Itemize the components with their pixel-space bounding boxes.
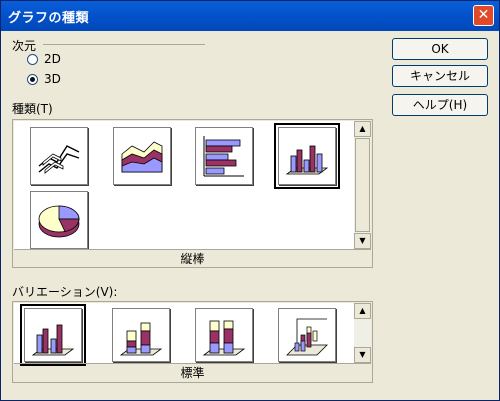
chart-type-caption: 縦棒 (14, 249, 371, 268)
dialog-title: グラフの種類 (8, 11, 90, 26)
scroll-down-button[interactable]: ▼ (354, 233, 371, 249)
scroll-thumb[interactable] (355, 138, 370, 232)
variation-standard[interactable] (20, 304, 86, 366)
chart-type-3d-area[interactable] (113, 127, 171, 185)
3d-pie-chart-icon (38, 205, 80, 238)
variation-scroll-down-button[interactable]: ▼ (354, 347, 371, 363)
radio-3d-button[interactable] (27, 73, 38, 85)
radio-3d[interactable]: 3D (27, 71, 61, 87)
chart-type-list (14, 121, 354, 249)
radio-2d[interactable]: 2D (27, 51, 61, 67)
ok-button[interactable]: OK (392, 38, 488, 60)
variation-stacked[interactable] (112, 308, 170, 362)
close-icon: ✕ (477, 7, 490, 23)
chart-type-3d-line[interactable] (30, 127, 88, 185)
chart-type-3d-pie[interactable] (30, 191, 88, 249)
chart-type-dialog: グラフの種類 ✕ 次元 2D 3D 種類(T) ▲ ▼ 縦棒 バリエーション(V… (0, 0, 500, 401)
chart-type-panel: ▲ ▼ 縦棒 (12, 119, 373, 268)
variation-panel: ▲ ▼ 標準 (12, 301, 373, 383)
3d-column-normal-icon (31, 324, 75, 356)
variation-scroll-up-button[interactable]: ▲ (354, 303, 371, 319)
arrow-up-icon: ▲ (359, 306, 366, 315)
3d-column-stacked-icon (119, 322, 163, 356)
variation-scrollbar[interactable]: ▲ ▼ (354, 303, 371, 363)
cancel-button[interactable]: キャンセル (392, 65, 488, 87)
close-button[interactable]: ✕ (473, 5, 494, 26)
variation-list (14, 303, 354, 366)
variation-caption: 標準 (14, 363, 371, 382)
3d-column-chart-icon (285, 145, 329, 175)
variation-label: バリエーション(V): (12, 285, 118, 299)
chart-type-scrollbar[interactable]: ▲ ▼ (354, 121, 371, 249)
variation-percent-stacked[interactable] (195, 308, 253, 362)
3d-column-percent-stacked-icon (202, 320, 246, 356)
dimension-divider (43, 44, 205, 45)
radio-2d-label: 2D (44, 52, 61, 66)
radio-3d-label: 3D (44, 72, 61, 86)
3d-column-deep-icon (286, 318, 328, 356)
radio-2d-button[interactable] (27, 53, 38, 65)
arrow-up-icon: ▲ (359, 124, 366, 133)
scroll-up-button[interactable]: ▲ (354, 121, 371, 137)
title-bar[interactable]: グラフの種類 ✕ (1, 1, 499, 31)
arrow-down-icon: ▼ (359, 236, 366, 245)
chart-type-label: 種類(T) (12, 102, 53, 116)
chart-type-3d-bar[interactable] (195, 127, 253, 185)
arrow-down-icon: ▼ (359, 350, 366, 359)
3d-horizontal-bar-chart-icon (203, 136, 244, 177)
3d-area-chart-icon (121, 141, 163, 173)
chart-type-3d-column[interactable] (274, 123, 340, 189)
variation-3d-deep[interactable] (278, 308, 336, 362)
3d-line-chart-icon (38, 145, 80, 174)
help-button[interactable]: ヘルプ(H) (392, 94, 488, 116)
